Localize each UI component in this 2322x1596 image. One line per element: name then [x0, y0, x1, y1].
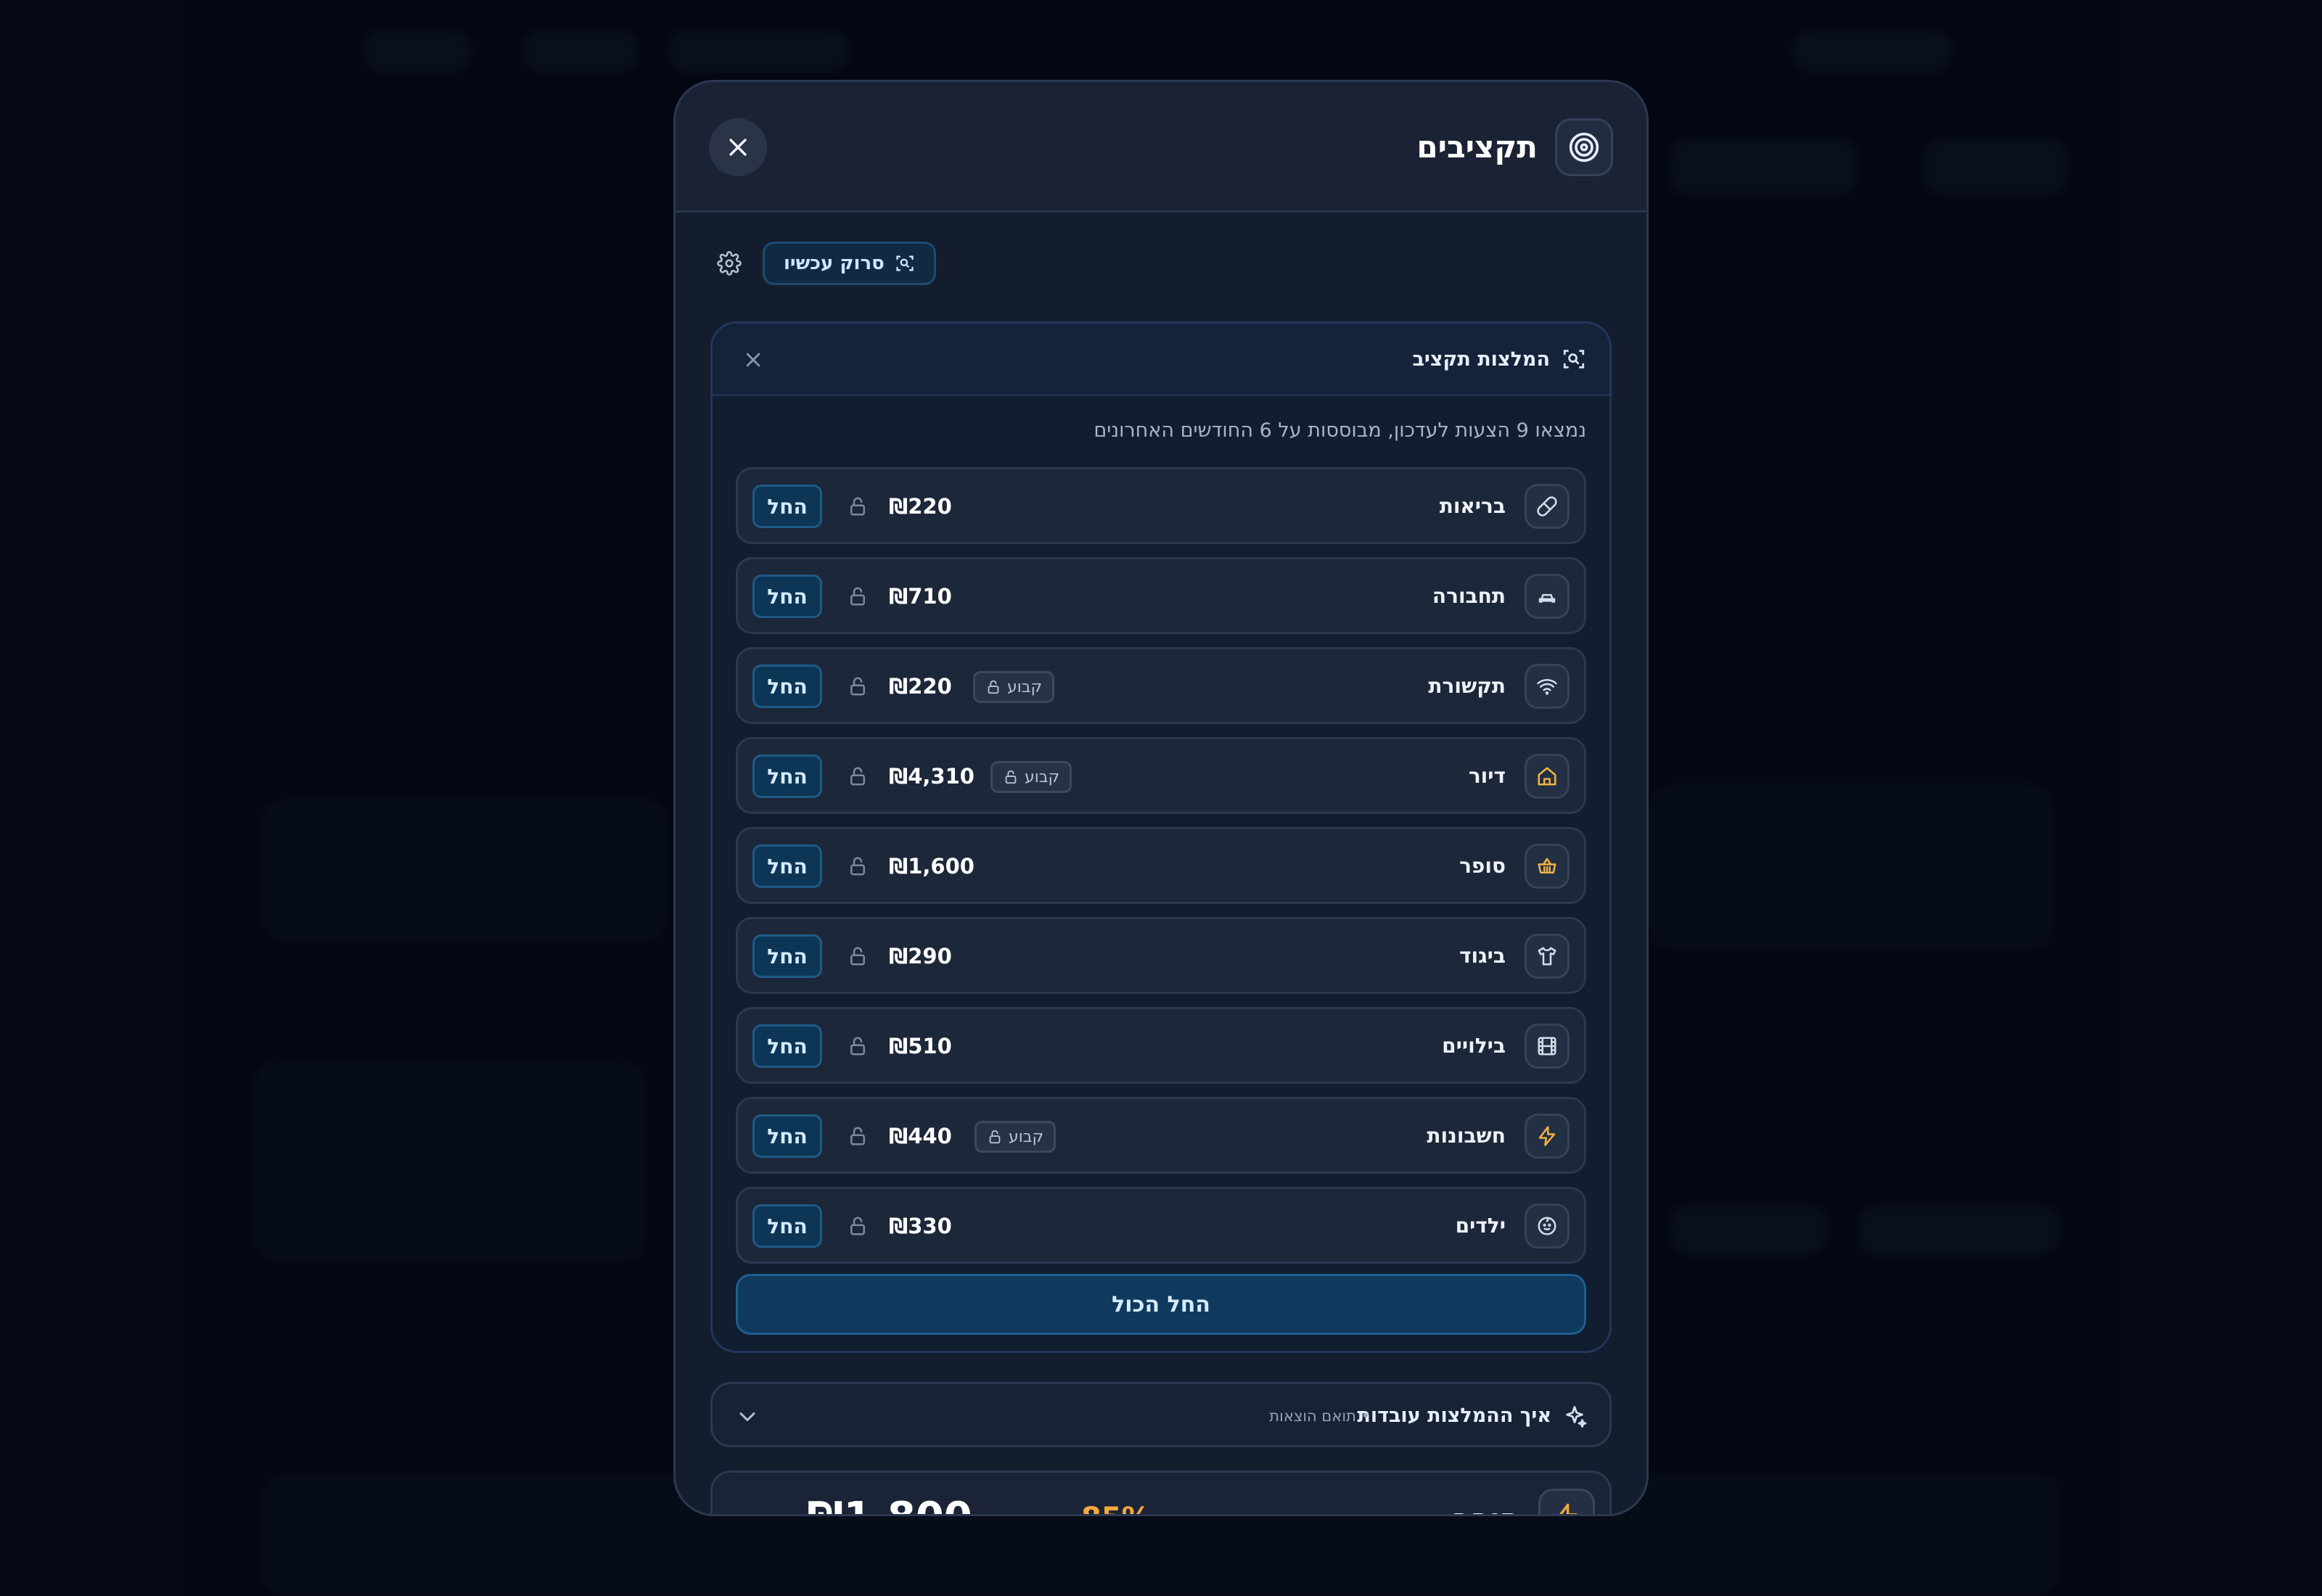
toolbar: סרוק עכשיו	[676, 242, 1646, 288]
car-icon	[1525, 574, 1570, 619]
apply-button[interactable]: החל	[752, 485, 822, 528]
lock-toggle-icon[interactable]	[847, 1035, 869, 1057]
category-name: ילדים	[1455, 1214, 1506, 1238]
bolt-icon	[1538, 1489, 1595, 1514]
recommendation-row: ילדים ₪330 החל	[736, 1187, 1586, 1264]
recommendation-row: דיור קבוע ₪4,310 החל	[736, 737, 1586, 814]
apply-button[interactable]: החל	[752, 1114, 822, 1158]
fixed-badge-label: קבוע	[1025, 768, 1060, 786]
film-icon	[1525, 1024, 1570, 1069]
fixed-badge-label: קבוע	[1007, 678, 1043, 696]
recommendation-row: סופר ₪1,600 החל	[736, 827, 1586, 904]
category-name: בילויים	[1442, 1034, 1506, 1058]
sparkles-icon	[1566, 1406, 1587, 1428]
suggested-amount: ₪510	[889, 1034, 952, 1058]
baby-icon	[1525, 1204, 1570, 1249]
recommendation-row: חשבונות קבוע ₪440 החל	[736, 1097, 1586, 1174]
lock-toggle-icon[interactable]	[847, 855, 869, 877]
lock-icon	[985, 679, 1001, 695]
suggested-amount: ₪4,310	[889, 764, 975, 789]
recommendations-description: נמצאו 9 הצעות לעדכון, מבוססות על 6 החודש…	[1094, 419, 1586, 442]
recommendations-header: המלצות תקציב	[713, 324, 1609, 396]
apply-button[interactable]: החל	[752, 934, 822, 978]
home-icon	[1525, 754, 1570, 799]
apply-button[interactable]: החל	[752, 665, 822, 708]
apply-all-button[interactable]: החל הכול	[736, 1274, 1586, 1335]
suggested-amount: ₪1,600	[889, 854, 975, 879]
scan-now-button[interactable]: סרוק עכשיו	[763, 242, 936, 285]
suggested-amount: ₪710	[889, 584, 952, 609]
gear-icon	[717, 251, 742, 276]
lock-toggle-icon[interactable]	[847, 585, 869, 607]
fixed-badge-label: קבוע	[1009, 1127, 1044, 1146]
apply-button[interactable]: החל	[752, 754, 822, 798]
pill-icon	[1525, 484, 1570, 529]
scan-icon	[896, 255, 914, 271]
apply-button[interactable]: החל	[752, 844, 822, 888]
scan-icon	[1563, 350, 1585, 369]
recommendation-row: בילויים ₪510 החל	[736, 1007, 1586, 1084]
modal-header: תקציבים	[676, 82, 1646, 213]
recommendations-title: המלצות תקציב	[1412, 348, 1550, 371]
lock-toggle-icon[interactable]	[847, 495, 869, 517]
scan-now-label: סרוק עכשיו	[784, 252, 885, 274]
dismiss-recommendations-icon[interactable]	[742, 348, 765, 371]
how-subtitle: • תואם הוצאות	[1269, 1407, 1370, 1425]
recommendation-row: ביגוד ₪290 החל	[736, 917, 1586, 994]
recommendation-row: תקשורת קבוע ₪220 החל	[736, 647, 1586, 724]
budget-card-amount: ₪1,800	[807, 1494, 972, 1515]
wifi-icon	[1525, 664, 1570, 709]
fixed-badge: קבוע	[973, 671, 1055, 703]
lock-toggle-icon[interactable]	[847, 945, 869, 967]
lock-icon	[1003, 769, 1019, 785]
fixed-badge: קבוע	[990, 761, 1072, 793]
suggested-amount: ₪220	[889, 674, 952, 699]
budget-card-percent: 85%	[1081, 1500, 1151, 1514]
how-recommendations-work[interactable]: איך ההמלצות עובדות • תואם הוצאות	[710, 1382, 1612, 1447]
apply-button[interactable]: החל	[752, 575, 822, 618]
recommendation-row: בריאות ₪220 החל	[736, 467, 1586, 544]
target-icon	[1555, 118, 1613, 176]
fixed-badge: קבוע	[975, 1121, 1057, 1153]
apply-button[interactable]: החל	[752, 1024, 822, 1068]
category-name: תחבורה	[1432, 584, 1506, 608]
budgets-modal: תקציבים סרוק עכשיו המלצות תקציב נמצאו 9 …	[673, 80, 1649, 1516]
category-name: תקשורת	[1428, 674, 1506, 698]
budget-card-supermarket[interactable]: סופר 85% ₪1,800	[710, 1470, 1612, 1515]
close-icon	[729, 139, 747, 156]
suggested-amount: ₪290	[889, 944, 952, 968]
lock-icon	[987, 1129, 1003, 1145]
how-title: איך ההמלצות עובדות	[1357, 1404, 1551, 1427]
lock-toggle-icon[interactable]	[847, 675, 869, 697]
suggested-amount: ₪220	[889, 494, 952, 519]
shirt-icon	[1525, 934, 1570, 979]
chevron-down-icon	[739, 1412, 755, 1421]
budget-recommendations-card: המלצות תקציב נמצאו 9 הצעות לעדכון, מבוסס…	[710, 321, 1612, 1353]
lock-toggle-icon[interactable]	[847, 1125, 869, 1147]
category-name: דיור	[1468, 764, 1506, 788]
modal-title: תקציבים	[1416, 129, 1538, 165]
category-name: ביגוד	[1459, 944, 1506, 968]
settings-button[interactable]	[715, 249, 744, 278]
category-name: סופר	[1459, 854, 1506, 878]
lock-toggle-icon[interactable]	[847, 1215, 869, 1237]
lock-toggle-icon[interactable]	[847, 765, 869, 787]
category-name: חשבונות	[1427, 1124, 1506, 1148]
close-button[interactable]	[709, 118, 767, 176]
bolt-icon	[1525, 1114, 1570, 1159]
budget-card-name: סופר	[1453, 1502, 1519, 1514]
apply-button[interactable]: החל	[752, 1204, 822, 1248]
recommendation-row: תחבורה ₪710 החל	[736, 557, 1586, 634]
category-name: בריאות	[1439, 494, 1506, 518]
suggested-amount: ₪330	[889, 1214, 952, 1238]
basket-icon	[1525, 844, 1570, 889]
suggested-amount: ₪440	[889, 1124, 952, 1148]
